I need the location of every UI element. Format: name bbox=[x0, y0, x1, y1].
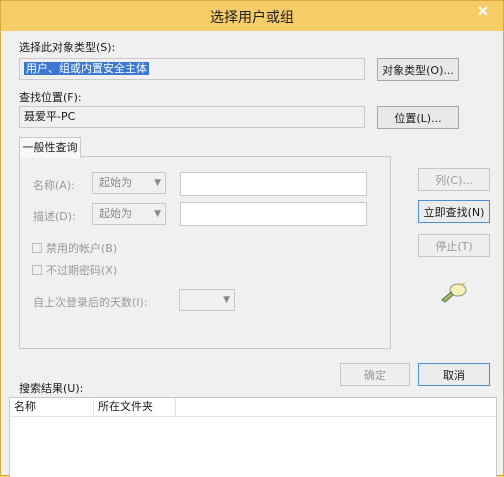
description-input[interactable] bbox=[180, 202, 367, 226]
checkbox-box bbox=[32, 265, 42, 275]
column-header-folder[interactable]: 所在文件夹 bbox=[94, 398, 176, 416]
search-magnifier-icon bbox=[441, 282, 467, 303]
name-mode-value: 起始为 bbox=[99, 176, 132, 189]
name-input[interactable] bbox=[180, 172, 367, 196]
chevron-down-icon: ▼ bbox=[154, 178, 161, 188]
non-expiring-password-checkbox[interactable]: 不过期密码(X) bbox=[32, 262, 117, 278]
columns-button[interactable]: 列(C)... bbox=[418, 168, 490, 191]
location-label: 查找位置(F): bbox=[19, 91, 82, 104]
select-users-dialog: 选择用户或组 ✕ 选择此对象类型(S): 用户、组或内置安全主体 对象类型(O)… bbox=[0, 0, 504, 477]
location-value: 聂爱平-PC bbox=[24, 110, 76, 123]
object-type-value: 用户、组或内置安全主体 bbox=[24, 62, 149, 75]
description-mode-value: 起始为 bbox=[99, 207, 132, 220]
days-since-logon-select[interactable]: ▼ bbox=[179, 289, 235, 311]
column-header-name[interactable]: 名称 bbox=[10, 398, 94, 416]
header-divider bbox=[10, 416, 496, 417]
locations-button[interactable]: 位置(L)... bbox=[377, 106, 459, 129]
chevron-down-icon: ▼ bbox=[154, 209, 161, 219]
description-label: 描述(D): bbox=[33, 210, 76, 223]
tab-common-queries[interactable]: 一般性查询 bbox=[19, 137, 81, 158]
object-type-label: 选择此对象类型(S): bbox=[19, 41, 116, 54]
non-expiring-password-label: 不过期密码(X) bbox=[46, 264, 118, 277]
cancel-button[interactable]: 取消 bbox=[418, 363, 490, 386]
object-type-field[interactable]: 用户、组或内置安全主体 bbox=[19, 58, 365, 80]
description-mode-select[interactable]: 起始为 ▼ bbox=[92, 203, 166, 225]
checkbox-box bbox=[32, 243, 42, 253]
close-button[interactable]: ✕ bbox=[469, 1, 497, 21]
disabled-accounts-label: 禁用的帐户(B) bbox=[46, 242, 118, 255]
name-mode-select[interactable]: 起始为 ▼ bbox=[92, 172, 166, 194]
object-types-button[interactable]: 对象类型(O)... bbox=[377, 58, 459, 81]
name-label: 名称(A): bbox=[33, 179, 75, 192]
search-results-list[interactable]: 名称 所在文件夹 bbox=[9, 397, 497, 477]
title-bar: 选择用户或组 ✕ bbox=[1, 1, 503, 31]
location-field: 聂爱平-PC bbox=[19, 106, 365, 128]
ok-button[interactable]: 确定 bbox=[340, 363, 410, 386]
days-since-logon-label: 自上次登录后的天数(I): bbox=[33, 296, 148, 309]
close-icon: ✕ bbox=[477, 3, 489, 19]
search-results-label: 搜索结果(U): bbox=[19, 382, 84, 395]
find-now-button[interactable]: 立即查找(N) bbox=[418, 200, 490, 223]
disabled-accounts-checkbox[interactable]: 禁用的帐户(B) bbox=[32, 240, 117, 256]
chevron-down-icon: ▼ bbox=[223, 295, 230, 305]
stop-button[interactable]: 停止(T) bbox=[418, 234, 490, 257]
window-title: 选择用户或组 bbox=[210, 10, 294, 26]
